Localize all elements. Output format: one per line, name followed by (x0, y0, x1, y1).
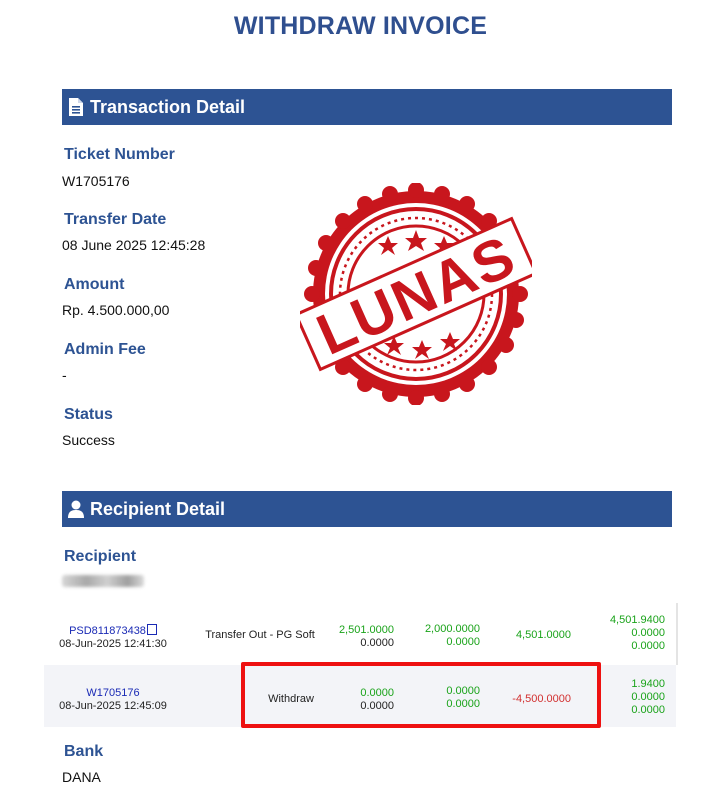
row-col1-bottom: 0.0000 (360, 637, 394, 649)
row-change: 4,501.0000 (515, 629, 571, 641)
bank-label: Bank (64, 743, 104, 760)
recipient-label: Recipient (64, 548, 137, 565)
row-balance-1: 1.9400 (631, 678, 665, 690)
status-label: Status (64, 406, 113, 423)
row-datetime: 08-Jun-2025 12:45:09 (59, 700, 167, 712)
recipient-name-redacted (62, 575, 144, 587)
transaction-id-link[interactable]: W1705176 (86, 687, 139, 699)
transaction-detail-header: Transaction Detail (62, 89, 672, 125)
row-balance-3: 0.0000 (631, 640, 665, 652)
copy-icon[interactable] (146, 624, 157, 635)
row-col1-top: 2,501.0000 (338, 624, 394, 636)
transaction-id-link[interactable]: PSD811873438 (69, 625, 146, 637)
bank-value: DANA (62, 769, 101, 785)
highlight-box (241, 662, 601, 728)
row-balance-2: 0.0000 (631, 627, 665, 639)
transaction-detail-title: Transaction Detail (90, 96, 246, 117)
row-col2-bottom: 0.0000 (446, 636, 480, 648)
user-icon (68, 500, 84, 518)
row-col2: 2,000.0000 0.0000 (400, 623, 480, 649)
row-balance-3: 0.0000 (631, 704, 665, 716)
table-row: PSD811873438 08-Jun-2025 12:41:30 Transf… (44, 603, 678, 665)
document-icon (69, 98, 83, 116)
invoice-title: WITHDRAW INVOICE (233, 12, 488, 40)
row-col2-top: 2,000.0000 (424, 623, 480, 635)
row-col1: 2,501.0000 0.0000 (314, 624, 394, 650)
row-balance: 4,501.9400 0.0000 0.0000 (584, 614, 665, 653)
amount-value: Rp. 4.500.000,00 (62, 302, 170, 318)
admin-fee-value: - (62, 367, 67, 383)
admin-fee-label: Admin Fee (64, 341, 146, 358)
amount-label: Amount (64, 276, 125, 293)
ticket-number-label: Ticket Number (64, 146, 175, 163)
recipient-detail-title: Recipient Detail (90, 498, 226, 519)
row-datetime: 08-Jun-2025 12:41:30 (59, 638, 167, 650)
ticket-number-value: W1705176 (62, 173, 130, 189)
row-id-cell: W1705176 08-Jun-2025 12:45:09 (44, 687, 182, 713)
row-balance-1: 4,501.9400 (609, 614, 665, 626)
lunas-stamp: LUNAS (300, 183, 532, 405)
row-description: Transfer Out - PG Soft (205, 629, 315, 641)
transfer-date-value: 08 June 2025 12:45:28 (62, 237, 206, 253)
status-value: Success (62, 432, 115, 448)
recipient-detail-header: Recipient Detail (62, 491, 672, 527)
transfer-date-label: Transfer Date (64, 211, 167, 228)
row-balance-2: 0.0000 (631, 691, 665, 703)
row-id-cell: PSD811873438 08-Jun-2025 12:41:30 (44, 624, 182, 651)
